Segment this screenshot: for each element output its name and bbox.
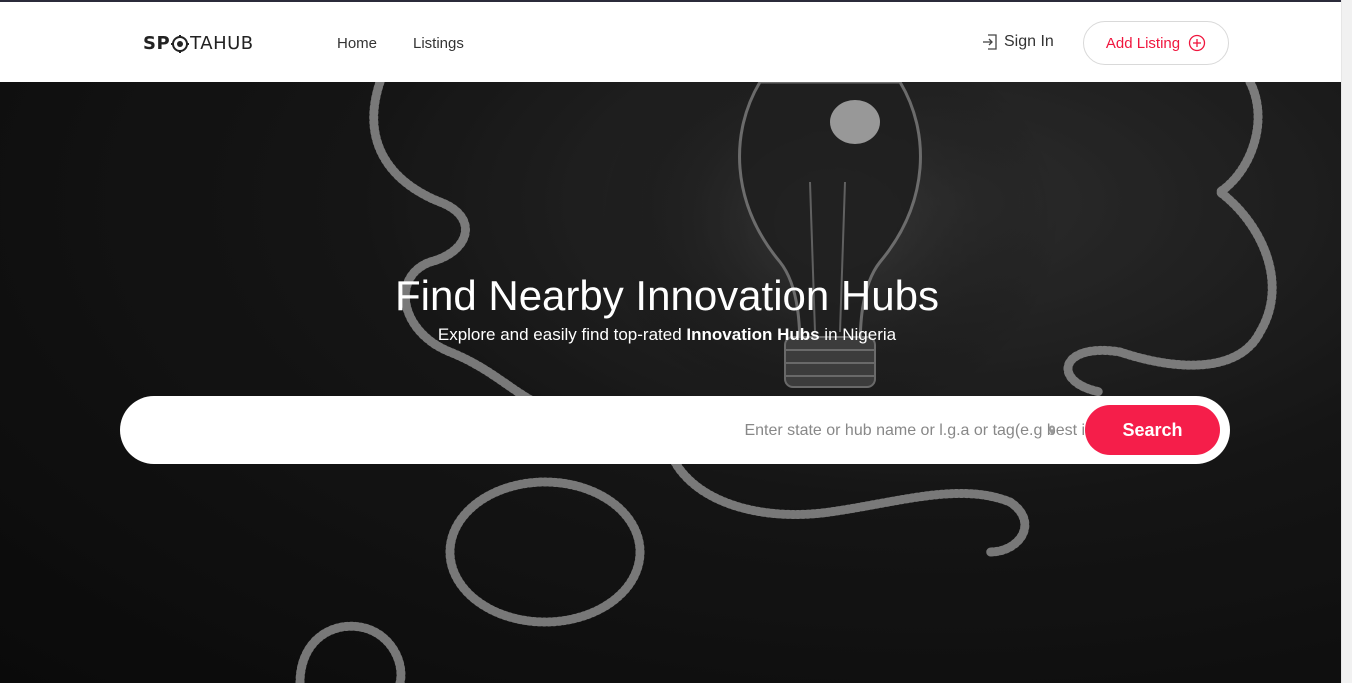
logo-text-end: TAHUB bbox=[190, 33, 254, 54]
search-form: Search bbox=[120, 396, 1230, 464]
nav-home-link[interactable]: Home bbox=[337, 35, 377, 52]
sign-in-icon bbox=[983, 34, 997, 50]
search-button[interactable]: Search bbox=[1085, 405, 1220, 455]
site-header: SP TAHUB Home Listings Sign In Add Listi… bbox=[0, 2, 1352, 82]
plus-circle-icon bbox=[1188, 34, 1206, 52]
hero-title: Find Nearby Innovation Hubs bbox=[395, 272, 939, 319]
search-input[interactable] bbox=[150, 410, 1144, 452]
map-pin-icon bbox=[1049, 425, 1055, 435]
hero-subtitle: Explore and easily find top-rated Innova… bbox=[0, 325, 1334, 345]
hero-subtitle-text-start: Explore and easily find top-rated bbox=[437, 325, 687, 344]
nav-listings-link[interactable]: Listings bbox=[413, 35, 464, 52]
add-listing-label: Add Listing bbox=[1105, 34, 1181, 52]
target-icon bbox=[171, 34, 190, 53]
sign-in-link[interactable]: Sign In bbox=[982, 33, 1054, 51]
hero-section: Find Nearby Innovation Hubs Explore and … bbox=[0, 82, 1342, 683]
logo-text-start: SP bbox=[143, 33, 171, 54]
sign-in-label: Sign In bbox=[1004, 33, 1054, 50]
site-logo[interactable]: SP TAHUB bbox=[143, 33, 254, 54]
hero-subtitle-highlight: Innovation Hubs bbox=[686, 325, 820, 344]
add-listing-button[interactable]: Add Listing bbox=[1083, 21, 1229, 65]
hero-subtitle-text-end: in Nigeria bbox=[819, 325, 897, 344]
hero-background-image bbox=[0, 82, 1342, 683]
page-scrollbar[interactable] bbox=[1341, 0, 1352, 683]
